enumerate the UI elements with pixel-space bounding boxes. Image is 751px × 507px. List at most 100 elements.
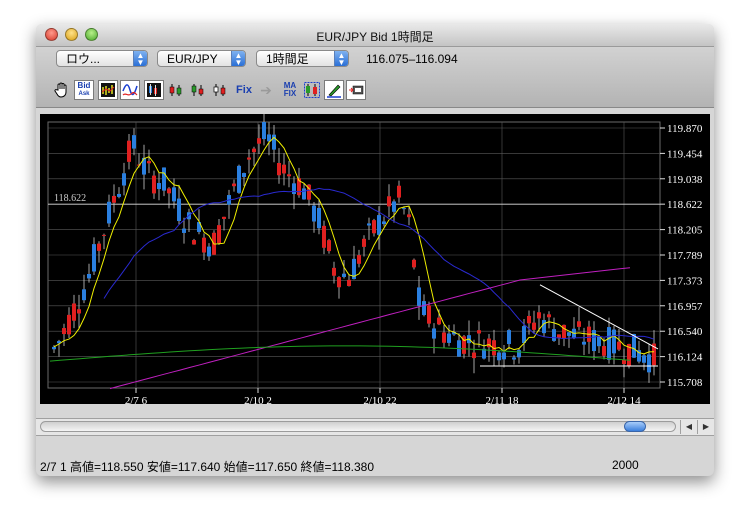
price-label: 116.957	[667, 301, 703, 313]
candle-body	[432, 328, 436, 339]
candle-body	[567, 332, 571, 336]
pencil-draw-icon[interactable]	[324, 80, 344, 100]
candle-body	[607, 327, 611, 360]
candle-body	[257, 138, 261, 144]
candlestick-icon[interactable]	[144, 80, 164, 100]
candle-body	[592, 330, 596, 352]
candle-body	[377, 215, 381, 235]
candle-body	[237, 165, 241, 193]
candle-body	[477, 330, 481, 334]
user-select[interactable]: ロウ... ▲ ▼	[56, 50, 148, 67]
candle-body	[362, 238, 366, 247]
fix-label: Fix	[236, 84, 252, 96]
price-label: 119.038	[667, 174, 703, 186]
indicator-wave-icon[interactable]	[120, 80, 140, 100]
candle-body	[112, 195, 116, 203]
candle-body	[252, 148, 256, 153]
time-label: 2/11 18	[486, 395, 519, 404]
candle-body	[152, 175, 156, 194]
candle-body	[77, 309, 81, 314]
time-label: 2/7 6	[125, 395, 148, 404]
candlestick-mixed-icon[interactable]	[210, 80, 230, 100]
candle-body	[107, 201, 111, 224]
chart-area[interactable]: 119.870 119.454 119.038 118.622 118.205 117.7…	[40, 108, 710, 407]
candle-body	[537, 312, 541, 319]
candle-body	[372, 220, 376, 234]
candle-body	[407, 214, 411, 218]
scrollbar-thumb[interactable]	[624, 421, 646, 432]
candle-body	[507, 330, 511, 345]
title-bar[interactable]: EUR/JPY Bid 1時間足	[36, 24, 714, 47]
candle-body	[602, 346, 606, 356]
candle-body	[547, 314, 551, 318]
fix-icon[interactable]: Fix	[234, 80, 254, 100]
candle-body	[52, 346, 56, 350]
candle-body	[277, 162, 281, 176]
candle-body	[642, 355, 646, 363]
candle-body	[617, 341, 621, 350]
candle-body	[322, 225, 326, 248]
candle-body	[312, 205, 316, 222]
period-select[interactable]: 1時間足 ▲ ▼	[256, 50, 349, 67]
candle-body	[367, 223, 371, 226]
candle-body	[167, 188, 171, 194]
candle-body	[597, 336, 601, 347]
candlestick-red-icon[interactable]	[166, 80, 186, 100]
bid-label: Bid	[77, 81, 91, 90]
scroll-left-icon[interactable]: ◀	[680, 420, 697, 434]
price-label: 117.373	[667, 275, 703, 287]
scrollbar-track[interactable]	[40, 421, 676, 432]
candle-body	[127, 140, 131, 162]
candlestick-green-icon[interactable]	[188, 80, 208, 100]
status-bar: 2/7 1 高値=118.550 安値=117.640 始値=117.650 終…	[36, 458, 714, 476]
candle-body	[392, 201, 396, 212]
candle-body	[577, 321, 581, 327]
candle-body	[222, 216, 226, 219]
candle-body	[342, 273, 346, 277]
scroll-right-icon[interactable]: ▶	[697, 420, 714, 434]
candle-body	[262, 122, 266, 140]
candle-select-icon[interactable]	[302, 80, 322, 100]
bar-count: 2000	[612, 458, 639, 472]
horizontal-scrollbar[interactable]: ◀ ▶	[36, 418, 714, 436]
hand-tool-icon[interactable]	[52, 80, 72, 100]
candle-body	[282, 164, 286, 174]
arrow-icon[interactable]: ➔	[256, 80, 276, 100]
updown-arrow-icon: ▲ ▼	[231, 51, 245, 67]
bid-ask-icon[interactable]: Bid Ask	[74, 80, 94, 100]
pair-select[interactable]: EUR/JPY ▲ ▼	[157, 50, 246, 67]
candle-body	[317, 207, 321, 229]
candle-body	[582, 341, 586, 345]
price-label: 116.540	[667, 326, 703, 338]
candle-body	[332, 267, 336, 276]
time-label: 2/10 2	[244, 395, 272, 404]
candle-body	[102, 234, 106, 236]
price-label: 115.708	[667, 377, 703, 389]
candle-body	[117, 193, 121, 197]
candle-body	[177, 198, 181, 222]
chart-type-bar-icon[interactable]	[98, 80, 118, 100]
candle-body	[512, 357, 516, 360]
candle-body	[242, 173, 246, 177]
candle-body	[132, 135, 136, 149]
candle-body	[412, 259, 416, 268]
candle-body	[447, 333, 451, 343]
candle-body	[147, 161, 151, 164]
price-chart[interactable]: 119.870 119.454 119.038 118.622 118.205 117.7…	[40, 108, 710, 407]
ma-fix-icon[interactable]: MA FIX	[280, 80, 300, 100]
price-label: 117.789	[667, 250, 703, 262]
candle-body	[122, 173, 126, 186]
candle-body	[207, 246, 211, 257]
candle-body	[172, 187, 176, 202]
candle-body	[287, 174, 291, 177]
print-icon[interactable]	[346, 80, 366, 100]
ohlc-info: 2/7 1 高値=118.550 安値=117.640 始値=117.650 終…	[40, 460, 375, 474]
candle-body	[202, 237, 206, 253]
candle-body	[162, 167, 166, 191]
candle-body	[387, 196, 391, 207]
candle-body	[72, 303, 76, 321]
candle-body	[247, 157, 251, 160]
candle-body	[502, 352, 506, 360]
candle-body	[97, 243, 101, 251]
candle-body	[497, 352, 501, 361]
